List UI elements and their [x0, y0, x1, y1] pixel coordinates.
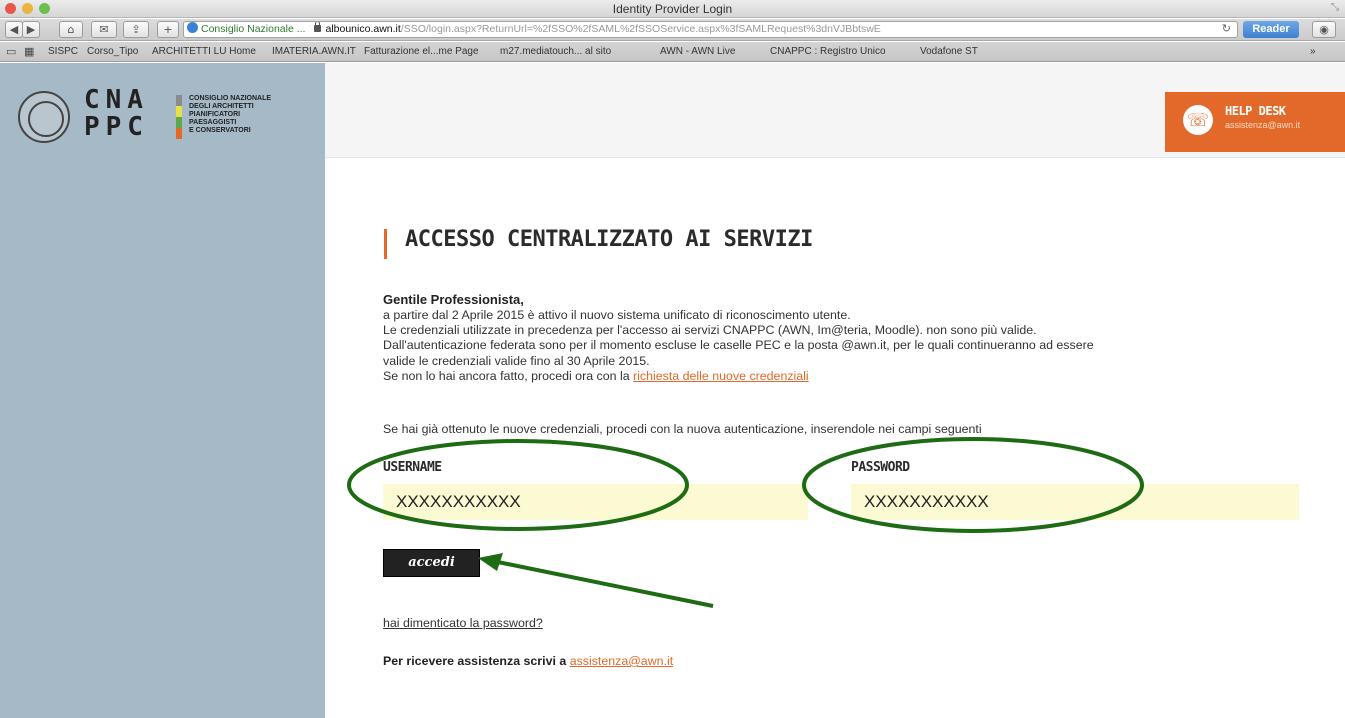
bookmark-item[interactable]: CNAPPC : Registro Unico: [770, 46, 886, 57]
forward-icon[interactable]: ▶: [22, 21, 40, 38]
site-identity[interactable]: Consiglio Nazionale ...: [184, 22, 310, 37]
bookmark-item[interactable]: ARCHITETTI LU Home: [152, 46, 256, 57]
window-title: Identity Provider Login: [612, 2, 733, 16]
url-host: albounico.awn.it: [325, 23, 401, 35]
url-bar[interactable]: Consiglio Nazionale ... albounico.awn.it/…: [183, 21, 1238, 38]
bookmark-item[interactable]: AWN - AWN Live: [660, 46, 735, 57]
bookmark-item[interactable]: SISPC: [48, 46, 78, 57]
back-icon[interactable]: ◀: [5, 21, 23, 38]
site-name: Consiglio Nazionale ...: [201, 23, 306, 35]
reader-button[interactable]: Reader: [1243, 21, 1299, 38]
arrow-shaft: [492, 559, 714, 608]
browser-toolbar: ◀ ▶ ⌂ ✉ ⇪ + Consiglio Nazionale ... albou…: [0, 19, 1345, 41]
url-path: /SSO/login.aspx?ReturnUrl=%2fSSO%2fSAML%…: [400, 23, 881, 35]
bookmark-item[interactable]: Vodafone ST: [920, 46, 978, 57]
resize-icon[interactable]: ⤡: [1331, 2, 1339, 13]
reload-icon[interactable]: ↻: [1222, 22, 1231, 37]
password-highlight-ellipse: [802, 437, 1144, 533]
new-tab-icon[interactable]: +: [157, 21, 179, 38]
window-titlebar: Identity Provider Login ⤡: [0, 0, 1345, 18]
bookmark-item[interactable]: m27.mediatouch... al sito: [500, 46, 611, 57]
bookmark-item[interactable]: Fatturazione el...me Page: [364, 46, 479, 57]
mail-icon[interactable]: ✉: [91, 21, 117, 38]
bookmark-overflow[interactable]: »: [1310, 46, 1316, 57]
book-icon[interactable]: ▭: [6, 45, 16, 58]
bookmark-item[interactable]: IMATERIA.AWN.IT: [272, 46, 356, 57]
grid-icon[interactable]: ▦: [24, 45, 34, 58]
page: CNA PPC Consiglio Nazionale degli Archit…: [0, 63, 1345, 718]
lock-icon: [314, 22, 322, 32]
downloads-icon[interactable]: ◉: [1312, 21, 1336, 38]
arrow-head-icon: [478, 553, 503, 571]
share-icon[interactable]: ⇪: [123, 21, 149, 38]
home-icon[interactable]: ⌂: [59, 21, 83, 38]
globe-icon: [187, 22, 198, 33]
bookmarks-bar: ▭ ▦ SISPC Corso_Tipo ARCHITETTI LU Home …: [0, 42, 1345, 62]
annotation-overlay: [347, 437, 1144, 608]
username-highlight-ellipse: [347, 439, 689, 531]
bookmark-item[interactable]: Corso_Tipo: [87, 46, 138, 57]
